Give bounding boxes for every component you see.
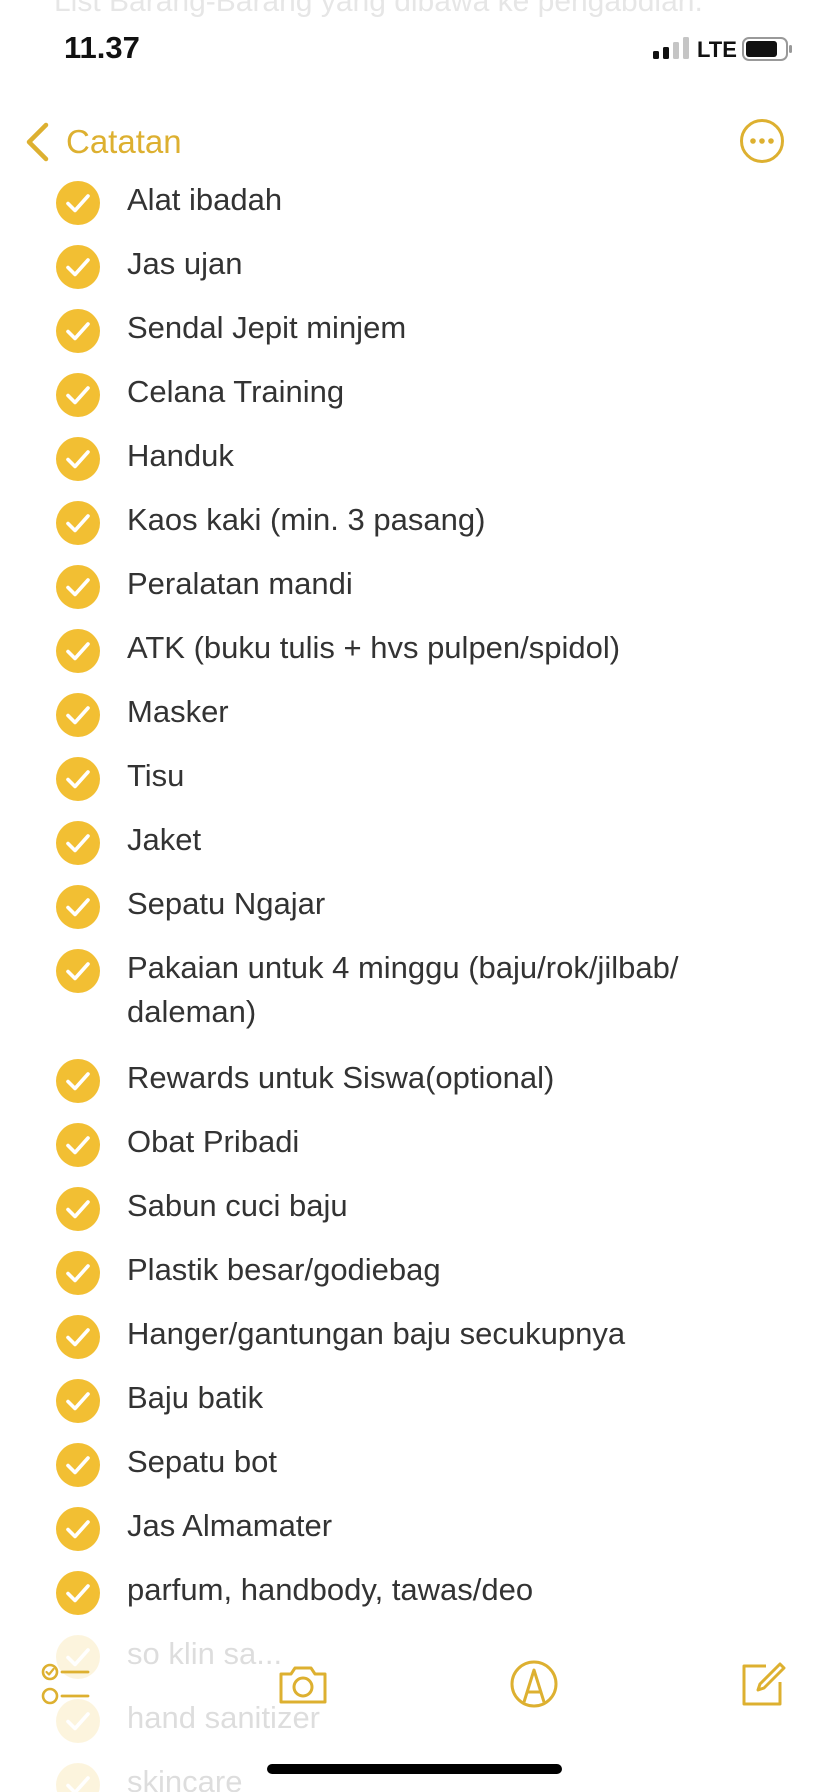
- checklist-item[interactable]: Tisu: [0, 754, 828, 801]
- home-indicator: [267, 1764, 562, 1774]
- checklist-item[interactable]: Kaos kaki (min. 3 pasang): [0, 498, 828, 545]
- checklist-item[interactable]: parfum, handbody, tawas/deo: [0, 1568, 828, 1615]
- bottom-toolbar: [0, 1640, 828, 1730]
- checked-circle-icon[interactable]: [56, 1379, 100, 1423]
- checklist-item[interactable]: Plastik besar/godiebag: [0, 1248, 828, 1295]
- checklist-item[interactable]: Alat ibadah: [0, 178, 828, 225]
- checked-circle-icon[interactable]: [56, 437, 100, 481]
- chevron-left-icon: [26, 122, 49, 162]
- status-bar: 11.37 LTE: [0, 0, 828, 100]
- checked-circle-icon[interactable]: [56, 1507, 100, 1551]
- nav-bar: Catatan: [0, 112, 828, 170]
- checklist-item-text[interactable]: Baju batik: [127, 1376, 788, 1420]
- checklist-item-text[interactable]: Sendal Jepit minjem: [127, 306, 788, 350]
- checked-circle-icon[interactable]: [56, 1315, 100, 1359]
- checklist-item-text[interactable]: Tisu: [127, 754, 788, 798]
- checklist-item-text[interactable]: Celana Training: [127, 370, 788, 414]
- checklist-item[interactable]: Sendal Jepit minjem: [0, 306, 828, 353]
- checklist-item[interactable]: Baju batik: [0, 1376, 828, 1423]
- checked-circle-icon[interactable]: [56, 757, 100, 801]
- checked-circle-icon[interactable]: [56, 501, 100, 545]
- checklist-item-text[interactable]: Masker: [127, 690, 788, 734]
- checklist-item[interactable]: Sepatu bot: [0, 1440, 828, 1487]
- checked-circle-icon[interactable]: [56, 309, 100, 353]
- checked-circle-icon[interactable]: [56, 693, 100, 737]
- markup-icon[interactable]: [508, 1658, 560, 1710]
- checked-circle-icon[interactable]: [56, 245, 100, 289]
- checklist-item[interactable]: Jas ujan: [0, 242, 828, 289]
- network-label: LTE: [697, 37, 737, 62]
- checked-circle-icon[interactable]: [56, 885, 100, 929]
- checklist-item[interactable]: Jas Almamater: [0, 1504, 828, 1551]
- checked-circle-icon[interactable]: [56, 1059, 100, 1103]
- checked-circle-icon[interactable]: [56, 1187, 100, 1231]
- checklist-item-text[interactable]: Jaket: [127, 818, 788, 862]
- checked-circle-icon[interactable]: [56, 1763, 100, 1792]
- checklist-item[interactable]: Pakaian untuk 4 minggu (baju/rok/jilbab/…: [0, 946, 828, 1034]
- checklist-item-text[interactable]: Pakaian untuk 4 minggu (baju/rok/jilbab/…: [127, 946, 788, 1034]
- checklist-item-text[interactable]: Jas ujan: [127, 242, 788, 286]
- checklist: Alat ibadah Jas ujan Sendal Jepit minjem…: [0, 178, 828, 1792]
- checked-circle-icon[interactable]: [56, 949, 100, 993]
- checked-circle-icon[interactable]: [56, 181, 100, 225]
- checked-circle-icon[interactable]: [56, 565, 100, 609]
- checked-circle-icon[interactable]: [56, 1123, 100, 1167]
- checklist-item[interactable]: Rewards untuk Siswa(optional): [0, 1056, 828, 1103]
- battery-icon: [742, 37, 792, 61]
- checklist-item[interactable]: Obat Pribadi: [0, 1120, 828, 1167]
- checklist-item-text[interactable]: Sepatu Ngajar: [127, 882, 788, 926]
- back-button[interactable]: Catatan: [24, 120, 182, 164]
- checklist-item-text[interactable]: Obat Pribadi: [127, 1120, 788, 1164]
- checked-circle-icon[interactable]: [56, 1443, 100, 1487]
- checklist-icon[interactable]: [40, 1658, 92, 1710]
- status-time: 11.37: [64, 30, 140, 65]
- more-options-icon[interactable]: [739, 118, 785, 164]
- checklist-item[interactable]: Peralatan mandi: [0, 562, 828, 609]
- checklist-item-text[interactable]: Alat ibadah: [127, 178, 788, 222]
- checklist-item-text[interactable]: parfum, handbody, tawas/deo: [127, 1568, 788, 1612]
- checked-circle-icon[interactable]: [56, 629, 100, 673]
- checklist-item-text[interactable]: Kaos kaki (min. 3 pasang): [127, 498, 788, 542]
- checklist-item-text[interactable]: Sabun cuci baju: [127, 1184, 788, 1228]
- checklist-item-text[interactable]: Sepatu bot: [127, 1440, 788, 1484]
- checklist-item[interactable]: Hanger/gantungan baju secukupnya: [0, 1312, 828, 1359]
- checklist-item-text[interactable]: Plastik besar/godiebag: [127, 1248, 788, 1292]
- checklist-item-text[interactable]: Jas Almamater: [127, 1504, 788, 1548]
- checklist-item-text[interactable]: Rewards untuk Siswa(optional): [127, 1056, 788, 1100]
- checklist-item[interactable]: Sepatu Ngajar: [0, 882, 828, 929]
- checklist-item-text[interactable]: Peralatan mandi: [127, 562, 788, 606]
- checklist-item[interactable]: Handuk: [0, 434, 828, 481]
- camera-icon[interactable]: [277, 1658, 329, 1710]
- checked-circle-icon[interactable]: [56, 373, 100, 417]
- checklist-item[interactable]: Jaket: [0, 818, 828, 865]
- checklist-item-text[interactable]: Handuk: [127, 434, 788, 478]
- checklist-item[interactable]: ATK (buku tulis + hvs pulpen/spidol): [0, 626, 828, 673]
- signal-icon: [653, 37, 689, 59]
- checked-circle-icon[interactable]: [56, 821, 100, 865]
- checklist-item[interactable]: Celana Training: [0, 370, 828, 417]
- checked-circle-icon[interactable]: [56, 1251, 100, 1295]
- compose-icon[interactable]: [736, 1658, 788, 1710]
- checklist-item-text[interactable]: ATK (buku tulis + hvs pulpen/spidol): [127, 626, 788, 670]
- checklist-item[interactable]: Masker: [0, 690, 828, 737]
- checklist-item-text[interactable]: Hanger/gantungan baju secukupnya: [127, 1312, 788, 1356]
- checklist-item[interactable]: Sabun cuci baju: [0, 1184, 828, 1231]
- checked-circle-icon[interactable]: [56, 1571, 100, 1615]
- back-label: Catatan: [66, 123, 182, 160]
